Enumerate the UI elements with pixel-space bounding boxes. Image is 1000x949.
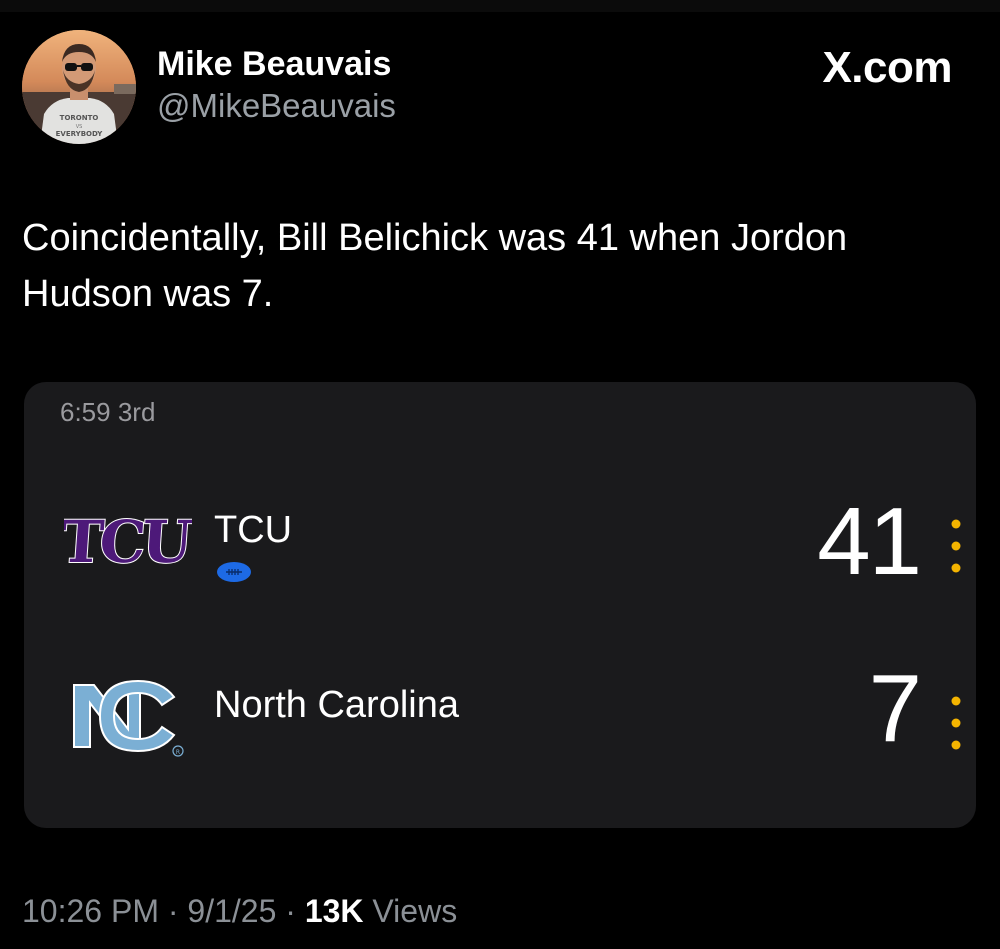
views-count: 13K bbox=[304, 893, 364, 929]
svg-text:EVERYBODY: EVERYBODY bbox=[56, 130, 104, 138]
team-score-north-carolina: 7 bbox=[868, 655, 922, 762]
team-score-tcu: 41 bbox=[817, 488, 922, 595]
team-row-north-carolina: R North Carolina 7 bbox=[24, 659, 976, 777]
tweet-text: Coincidentally, Bill Belichick was 41 wh… bbox=[22, 217, 848, 315]
tweet-header: TORONTO VS EVERYBODY Mike Beauvais @Mike… bbox=[22, 30, 972, 150]
svg-text:R: R bbox=[176, 749, 180, 756]
football-possession-icon bbox=[216, 560, 252, 584]
game-clock: 6:59 3rd bbox=[60, 397, 156, 427]
team-name-north-carolina: North Carolina bbox=[214, 684, 459, 726]
vertical-ellipsis-icon[interactable] bbox=[950, 693, 962, 753]
svg-text:TCU: TCU bbox=[64, 507, 192, 576]
author-display-name[interactable]: Mike Beauvais bbox=[157, 44, 396, 84]
tweet-meta: 10:26 PM · 9/1/25 · 13K Views bbox=[22, 888, 457, 934]
team-name-tcu: TCU bbox=[214, 509, 293, 551]
team-row-tcu: TCU TCU 41 bbox=[24, 492, 976, 602]
meta-separator: · bbox=[285, 893, 296, 929]
xcom-brand-label: X.com bbox=[822, 43, 952, 92]
tweet-time[interactable]: 10:26 PM bbox=[22, 893, 159, 929]
top-band bbox=[0, 0, 1000, 12]
author-avatar[interactable]: TORONTO VS EVERYBODY bbox=[22, 30, 136, 144]
tweet-date[interactable]: 9/1/25 bbox=[187, 893, 276, 929]
tcu-logo-icon: TCU bbox=[57, 492, 195, 587]
meta-separator: · bbox=[167, 893, 179, 929]
vertical-ellipsis-icon[interactable] bbox=[950, 516, 962, 576]
author-names: Mike Beauvais @MikeBeauvais bbox=[157, 44, 396, 126]
svg-text:TORONTO: TORONTO bbox=[60, 114, 99, 122]
unc-logo-icon: R bbox=[64, 667, 192, 772]
avatar-photo: TORONTO VS EVERYBODY bbox=[22, 30, 136, 144]
scorecard-image[interactable]: 6:59 3rd TCU TCU 41 R North Carolina 7 bbox=[24, 382, 976, 828]
author-handle[interactable]: @MikeBeauvais bbox=[157, 86, 396, 126]
views-label: Views bbox=[372, 893, 458, 929]
